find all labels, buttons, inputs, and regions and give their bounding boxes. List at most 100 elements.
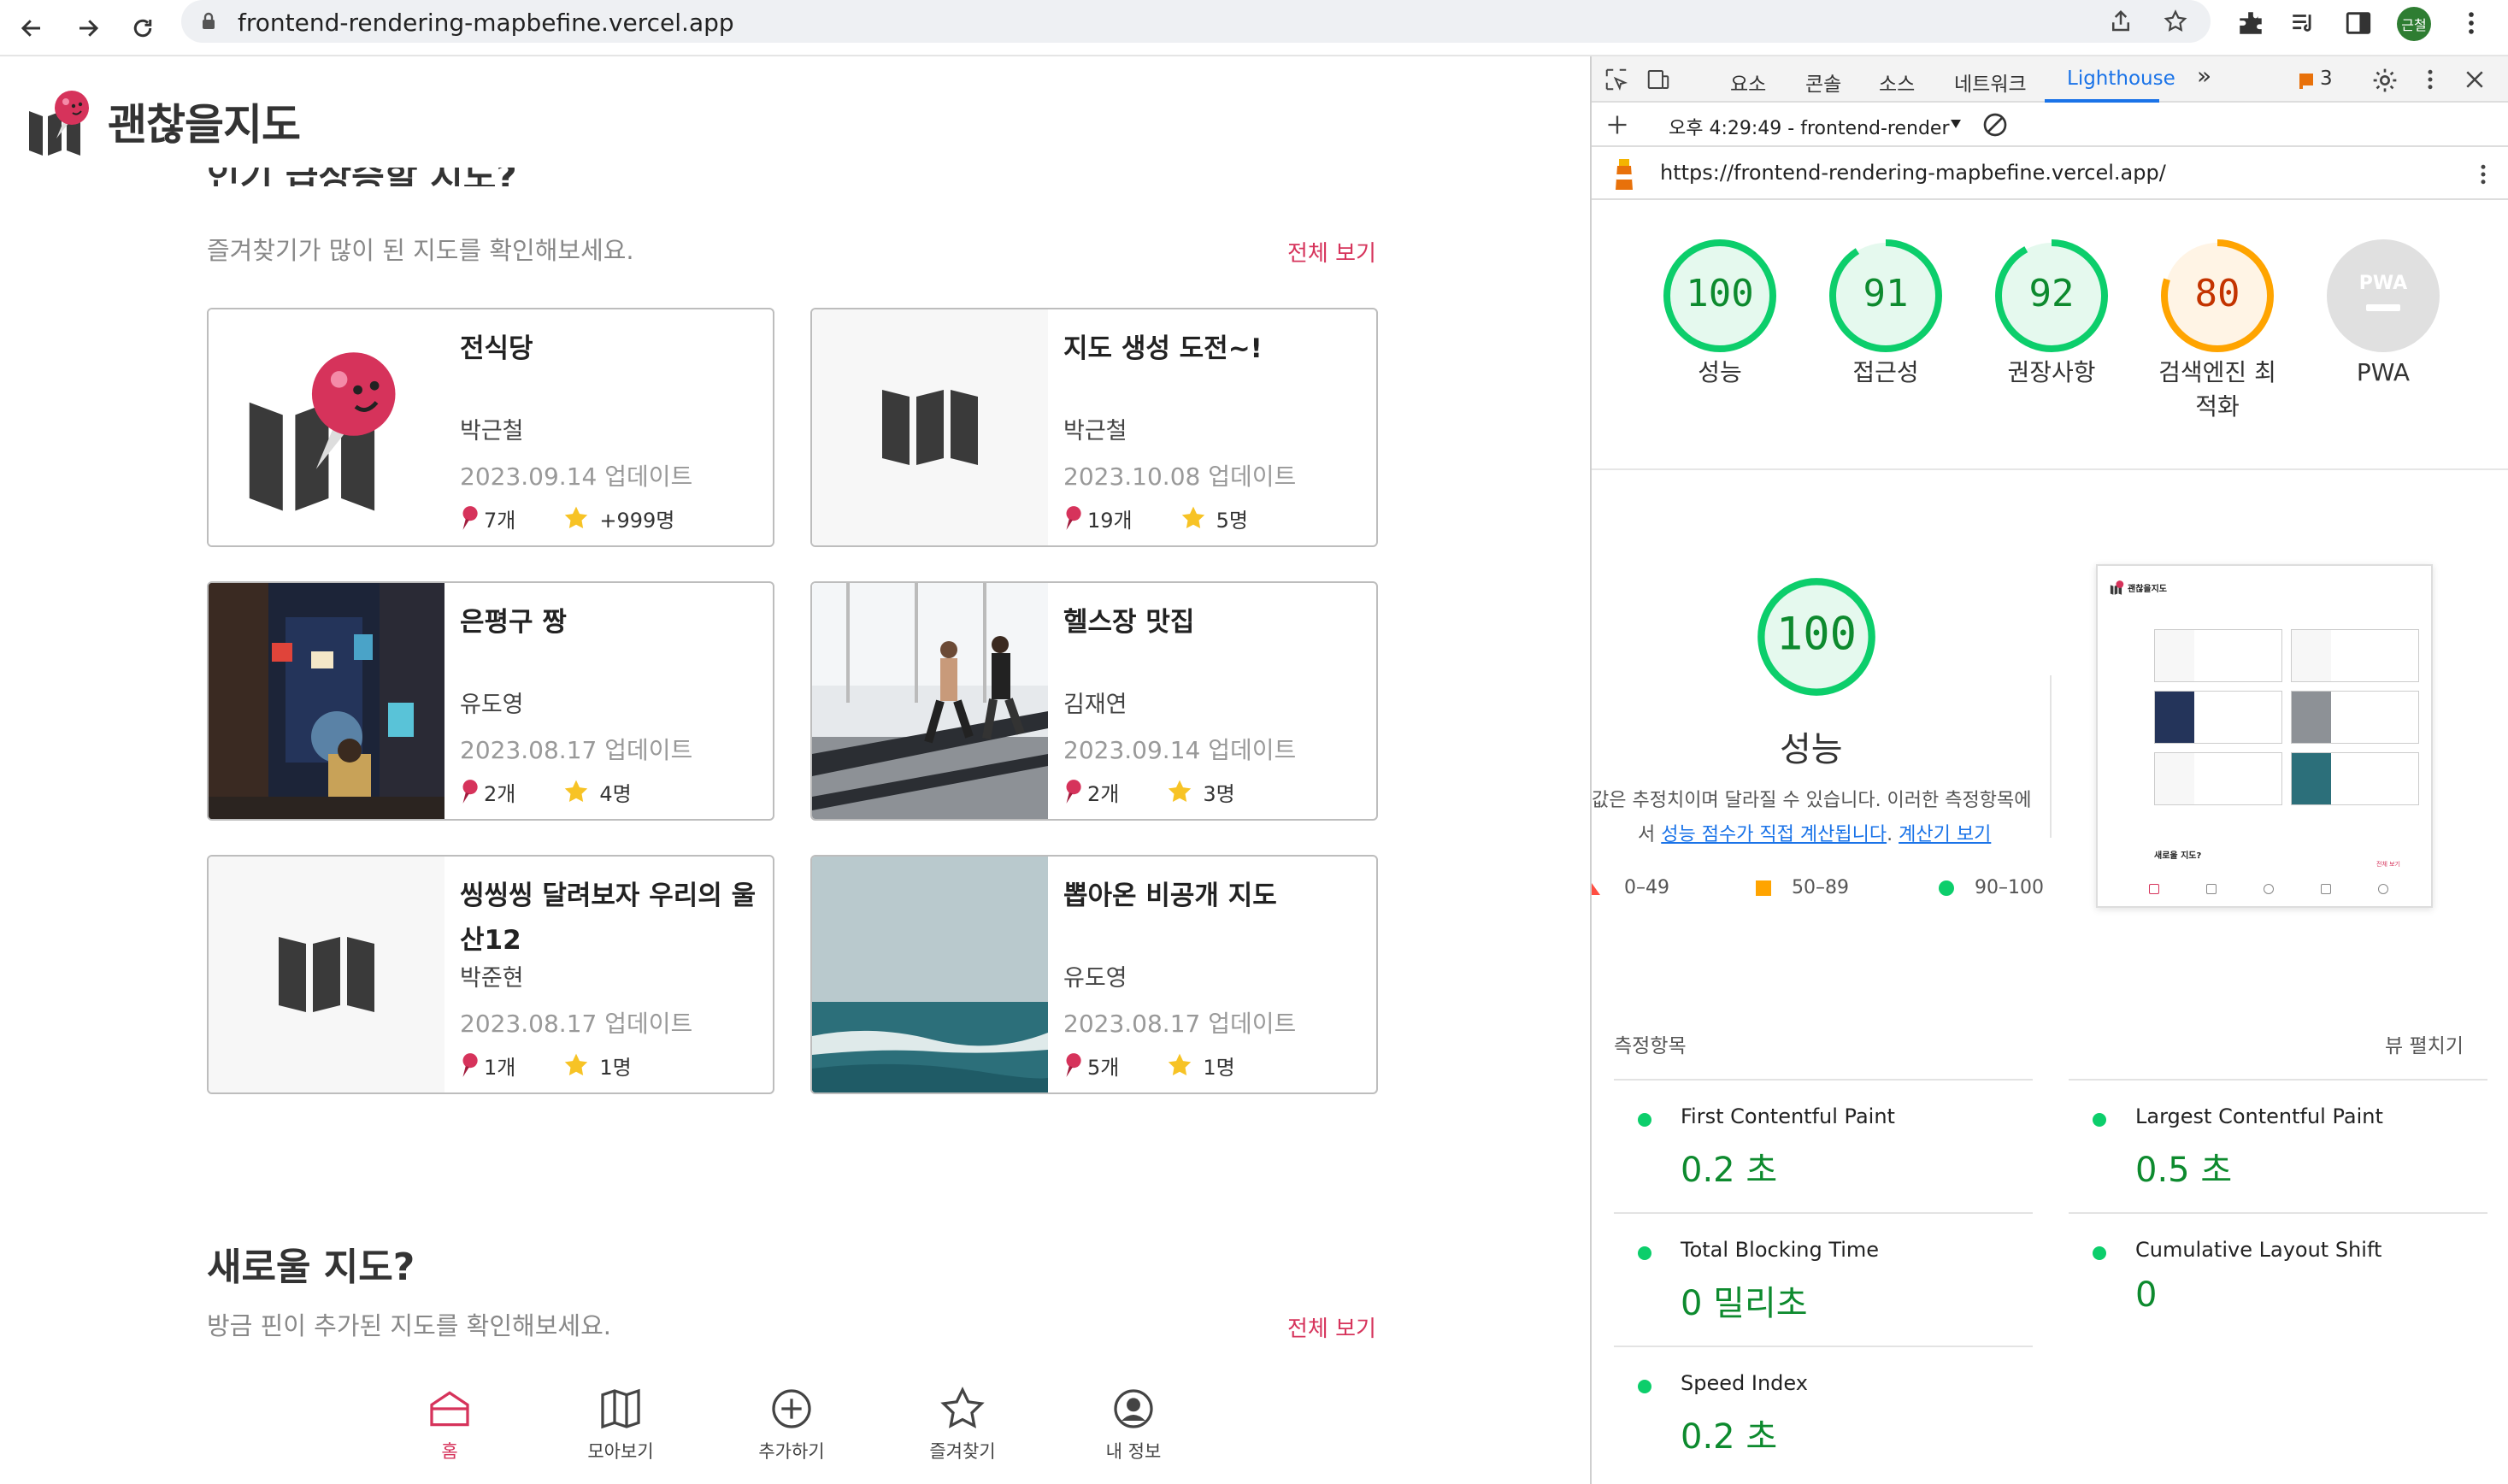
profile-avatar[interactable]: 근철 (2397, 7, 2431, 41)
section-subtitle-new: 방금 핀이 추가된 지도를 확인해보세요. (207, 1311, 611, 1340)
favorite-count: +999명 (599, 508, 675, 533)
plus-icon[interactable] (1605, 113, 1629, 137)
extensions-icon[interactable] (2236, 9, 2265, 38)
calculator-link[interactable]: 계산기 보기 (1899, 824, 1991, 845)
bookmark-star-icon[interactable] (2163, 9, 2188, 34)
nav-tab-favorites[interactable]: 즐겨찾기 (903, 1385, 1022, 1479)
device-toolbar-icon[interactable] (1645, 67, 1672, 92)
metric-fcp: First Contentful Paint 0.2 초 (1614, 1079, 2033, 1212)
expand-view-toggle[interactable]: 뷰 펼치기 (2385, 1029, 2464, 1058)
favorite-count: 1명 (1203, 1055, 1235, 1080)
card-title: 은평구 짱 (460, 607, 567, 638)
side-panel-icon[interactable] (2344, 9, 2373, 38)
score-gauge-performance[interactable]: 100 성능 (1660, 236, 1780, 390)
clear-block-icon[interactable] (1981, 111, 2009, 138)
description-text: . (1887, 824, 1899, 845)
bottom-navigation: 홈 모아보기 추가하기 즐겨찾기 내 정보 (359, 1385, 1265, 1479)
media-queue-icon[interactable] (2289, 9, 2318, 38)
card-author: 유도영 (1063, 965, 1127, 992)
more-vert-icon[interactable] (2457, 9, 2486, 38)
score-value: 80 (2195, 272, 2240, 315)
map-card[interactable]: 헬스장 맛집 김재연 2023.09.14 업데이트 2개 3명 (810, 581, 1378, 821)
nav-tab-profile[interactable]: 내 정보 (1074, 1385, 1193, 1479)
favorite-count: 5명 (1216, 508, 1248, 533)
devtools-tab-lighthouse[interactable]: Lighthouse (2067, 68, 2175, 90)
issues-count[interactable]: 3 (2320, 68, 2333, 90)
map-icon (279, 937, 374, 1012)
lock-icon (203, 12, 215, 29)
star-icon (565, 506, 588, 528)
gauge-ring: 100 (1663, 239, 1776, 352)
devtools-tab-console[interactable]: 콘솔 (1805, 68, 1841, 97)
metric-name: Cumulative Layout Shift (2135, 1238, 2382, 1262)
more-vert-icon[interactable] (2417, 67, 2443, 92)
orange-square-icon (1756, 880, 1771, 896)
map-card[interactable]: 전식당 박근철 2023.09.14 업데이트 7개 +999명 (207, 308, 774, 547)
score-calculation-link[interactable]: 성능 점수가 직접 계산됩니다 (1661, 824, 1887, 845)
star-outline-icon (940, 1387, 985, 1428)
street-photo-image (209, 583, 444, 819)
performance-heading: 성능 (1780, 730, 1843, 769)
card-stats: 19개 5명 (1063, 504, 1248, 533)
address-bar[interactable]: frontend-rendering-mapbefine.vercel.app (181, 0, 2211, 43)
logo-pin-map-icon (249, 352, 396, 511)
devtools-tab-elements[interactable]: 요소 (1730, 68, 1766, 97)
devtools-panel: 요소 콘솔 소스 네트워크 Lighthouse » 3 오후 4:29:49 … (1590, 56, 2508, 1484)
card-author: 박근철 (460, 418, 524, 445)
gym-photo-image (812, 583, 1048, 819)
sea-photo-thumbnail (812, 857, 1048, 1092)
map-card[interactable]: 뽑아온 비공개 지도 유도영 2023.08.17 업데이트 5개 1명 (810, 855, 1378, 1094)
metric-name: First Contentful Paint (1681, 1104, 1895, 1128)
red-triangle-icon (1592, 882, 1600, 895)
see-all-popular-link[interactable]: 전체 보기 (1287, 236, 1376, 268)
report-selector[interactable]: 오후 4:29:49 - frontend-render (1669, 113, 1950, 140)
issues-flag-icon[interactable] (2298, 72, 2315, 89)
devtools-tab-sources[interactable]: 소스 (1879, 68, 1915, 97)
inspect-element-icon[interactable] (1604, 67, 1629, 92)
pin-icon (1066, 506, 1081, 530)
score-gauge-seo[interactable]: 80 검색엔진 최적화 (2158, 236, 2277, 424)
performance-description: 값은 추정치이며 달라질 수 있습니다. 이러한 측정항목에 (1592, 790, 2032, 811)
performance-big-gauge: 100 (1757, 578, 1875, 696)
card-title: 헬스장 맛집 (1063, 607, 1195, 638)
nav-tab-add[interactable]: 추가하기 (732, 1385, 851, 1479)
more-vert-icon[interactable] (2470, 159, 2496, 190)
close-icon[interactable] (2462, 67, 2487, 92)
preview-card-grid (2154, 629, 2424, 809)
nav-tab-home[interactable]: 홈 (390, 1385, 509, 1479)
score-label: PWA (2356, 358, 2411, 386)
forward-button[interactable] (67, 7, 109, 50)
share-icon[interactable] (2108, 9, 2134, 34)
card-author: 김재연 (1063, 692, 1127, 718)
page-screenshot-preview[interactable]: 괜찮을지도 새로울 지도? 전체 보기 (2096, 564, 2433, 908)
card-title: 전식당 (460, 333, 533, 364)
score-gauge-pwa[interactable]: PWA PWA (2323, 236, 2443, 390)
map-card[interactable]: 은평구 짱 유도영 2023.08.17 업데이트 2개 4명 (207, 581, 774, 821)
settings-gear-icon[interactable] (2371, 67, 2399, 94)
pin-icon (462, 506, 478, 530)
browser-toolbar: frontend-rendering-mapbefine.vercel.app … (0, 0, 2508, 56)
see-all-new-link[interactable]: 전체 보기 (1287, 1311, 1376, 1343)
map-card[interactable]: 지도 생성 도전~! 박근철 2023.10.08 업데이트 19개 5명 (810, 308, 1378, 547)
nav-tab-browse[interactable]: 모아보기 (561, 1385, 680, 1479)
logo-text: 괜찮을지도 (108, 100, 301, 150)
address-url: frontend-rendering-mapbefine.vercel.app (238, 9, 734, 37)
section-title-popular: 인기 급상승할 지도? (207, 168, 517, 186)
logo-pin-map-icon (29, 91, 89, 156)
devtools-tab-network[interactable]: 네트워크 (1954, 68, 2027, 97)
score-gauge-accessibility[interactable]: 91 접근성 (1826, 236, 1946, 390)
card-updated: 2023.09.14 업데이트 (460, 462, 693, 491)
app-logo[interactable]: 괜찮을지도 (26, 87, 301, 156)
more-tabs-button[interactable]: » (2197, 62, 2211, 90)
street-photo-thumbnail (209, 583, 444, 819)
metric-value: 0.2 초 (1681, 1417, 1778, 1457)
back-button[interactable] (10, 7, 53, 50)
metric-tbt: Total Blocking Time 0 밀리초 (1614, 1212, 2033, 1346)
dropdown-caret-icon[interactable] (1949, 118, 1963, 130)
card-stats: 5개 1명 (1063, 1051, 1235, 1080)
score-gauge-best-practices[interactable]: 92 권장사항 (1992, 236, 2111, 390)
reload-button[interactable] (121, 7, 164, 50)
report-url[interactable]: https://frontend-rendering-mapbefine.ver… (1660, 161, 2166, 185)
pin-count: 7개 (484, 508, 516, 533)
map-card[interactable]: 씽씽씽 달려보자 우리의 울산12 박준현 2023.08.17 업데이트 1개… (207, 855, 774, 1094)
